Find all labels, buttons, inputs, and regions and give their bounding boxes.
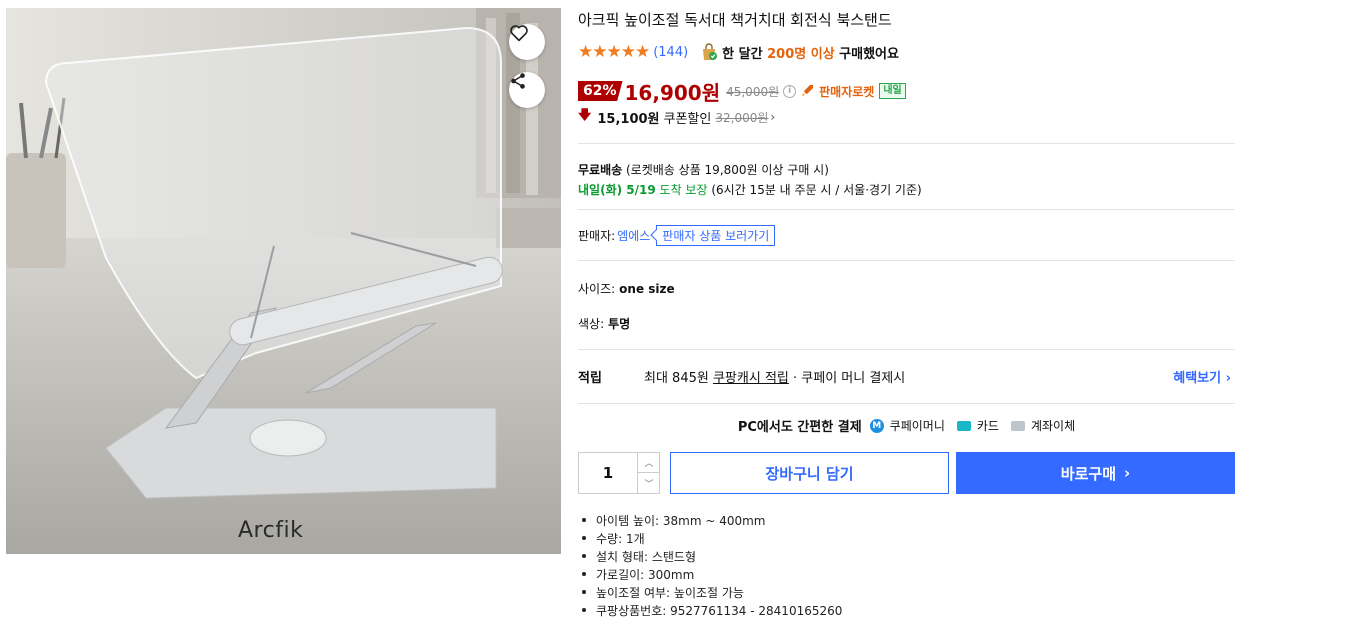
size-option[interactable]: 사이즈: one size (578, 280, 675, 297)
heart-icon (510, 25, 528, 42)
star-rating[interactable]: ★★★★★ (578, 42, 650, 62)
coupon-price: 15,100원 (597, 111, 660, 127)
payment-methods: PC에서도 간편한 결제 M 쿠페이머니 카드 계좌이체 (578, 416, 1235, 435)
list-item: 아이템 높이: 38mm ~ 400mm (578, 511, 842, 529)
size-value: one size (619, 282, 675, 296)
rocket-icon (802, 85, 814, 96)
buy-now-button[interactable]: 바로구매 › (956, 452, 1235, 494)
review-count-link[interactable]: (144) (653, 45, 688, 60)
tomorrow-delivery-tag: 내일 (879, 83, 906, 99)
list-item: 쿠팡상품번호: 9527761134 - 28410165260 (578, 601, 842, 619)
price-row: 62% 16,900원 45,000원 i 판매자로켓 내일 (578, 79, 906, 105)
coupon-row[interactable]: 🡇 15,100원 쿠폰할인 32,000원 › (578, 108, 776, 127)
seller-label: 판매자: (578, 229, 616, 243)
quantity-increase-button[interactable]: ︿ (637, 453, 660, 473)
wishlist-button[interactable] (509, 24, 545, 60)
share-button[interactable] (509, 72, 545, 108)
coupang-cash-link[interactable]: 쿠팡캐시 적립 (713, 371, 789, 386)
size-label: 사이즈: (578, 282, 616, 296)
divider (578, 403, 1235, 404)
divider (578, 209, 1235, 210)
free-shipping-label: 무료배송 (578, 163, 623, 177)
original-price: 45,000원 (726, 84, 780, 99)
reward-text: 최대 845원 쿠팡캐시 적립 · 쿠페이 머니 결제시 (644, 371, 906, 386)
list-item: 가로길이: 300mm (578, 565, 842, 583)
coupay-money-icon: M (869, 418, 884, 433)
brand-logo: Arcfik (238, 518, 304, 543)
arrival-label: 도착 보장 (659, 183, 708, 197)
chevron-up-icon: ︿ (644, 459, 654, 469)
arrival-info: 내일(화) 5/19 도착 보장 (6시간 15분 내 주문 시 / 서울·경기… (578, 181, 922, 198)
seller-products-button[interactable]: 판매자 상품 보러가기 (656, 225, 776, 246)
arrival-date: 내일(화) 5/19 (578, 183, 656, 197)
list-item: 높이조절 여부: 높이조절 가능 (578, 583, 842, 601)
rating-row: ★★★★★ (144) 한 달간 200명 이상 구매했어요 (578, 42, 899, 62)
buy-now-label: 바로구매 (1060, 464, 1116, 483)
seller-name-link[interactable]: 엠에스 (617, 227, 650, 244)
seller-rocket-label: 판매자로켓 (819, 84, 875, 99)
down-arrow-icon: 🡇 (578, 108, 592, 123)
shopping-bag-icon (703, 43, 718, 60)
coupon-original-price: 32,000원 (715, 110, 769, 125)
free-shipping-condition: (로켓배송 상품 19,800원 이상 구매 시) (626, 163, 829, 177)
product-illustration (6, 8, 561, 554)
benefit-view-link[interactable]: 혜택보기 › (1173, 367, 1231, 386)
add-to-cart-button[interactable]: 장바구니 담기 (670, 452, 949, 494)
seller-row: 판매자: 엠에스 판매자 상품 보러가기 (578, 225, 776, 246)
quantity-input[interactable]: 1 (579, 453, 637, 493)
discount-badge: 62% (578, 81, 623, 101)
info-icon[interactable]: i (783, 84, 797, 98)
color-option[interactable]: 색상: 투명 (578, 315, 630, 332)
list-item: 설치 형태: 스탠드형 (578, 547, 842, 565)
quantity-stepper: 1 ︿ ﹀ (578, 452, 660, 494)
product-title: 아크픽 높이조절 독서대 책거치대 회전식 북스탠드 (578, 11, 892, 29)
free-shipping-info: 무료배송 (로켓배송 상품 19,800원 이상 구매 시) (578, 161, 829, 178)
payment-method-coupay: 쿠페이머니 (889, 419, 945, 433)
color-value: 투명 (608, 317, 631, 331)
reward-row: 적립 최대 845원 쿠팡캐시 적립 · 쿠페이 머니 결제시 혜택보기 › (578, 367, 1235, 387)
list-item: 수량: 1개 (578, 529, 842, 547)
product-image[interactable]: Arcfik (6, 8, 561, 554)
monthly-sold-text: 한 달간 200명 이상 구매했어요 (722, 46, 899, 62)
share-icon (511, 73, 525, 89)
payment-method-bank: 계좌이체 (1030, 419, 1076, 433)
color-label: 색상: (578, 317, 605, 331)
chevron-right-icon: › (1124, 464, 1131, 482)
card-icon (956, 420, 971, 431)
payment-method-card: 카드 (976, 419, 999, 433)
spec-list: 아이템 높이: 38mm ~ 400mm 수량: 1개 설치 형태: 스탠드형 … (578, 511, 842, 619)
divider (578, 260, 1235, 261)
divider (578, 143, 1235, 144)
chevron-down-icon: ﹀ (644, 479, 654, 490)
sale-price: 16,900원 (624, 80, 721, 105)
reward-label: 적립 (578, 371, 602, 386)
quantity-decrease-button[interactable]: ﹀ (637, 473, 660, 493)
coupon-label: 쿠폰할인 (663, 111, 712, 127)
chevron-right-icon: › (770, 110, 776, 124)
bank-transfer-icon (1010, 420, 1025, 431)
payment-title: PC에서도 간편한 결제 (737, 420, 862, 435)
divider (578, 349, 1235, 350)
arrival-condition: (6시간 15분 내 주문 시 / 서울·경기 기준) (711, 183, 922, 197)
